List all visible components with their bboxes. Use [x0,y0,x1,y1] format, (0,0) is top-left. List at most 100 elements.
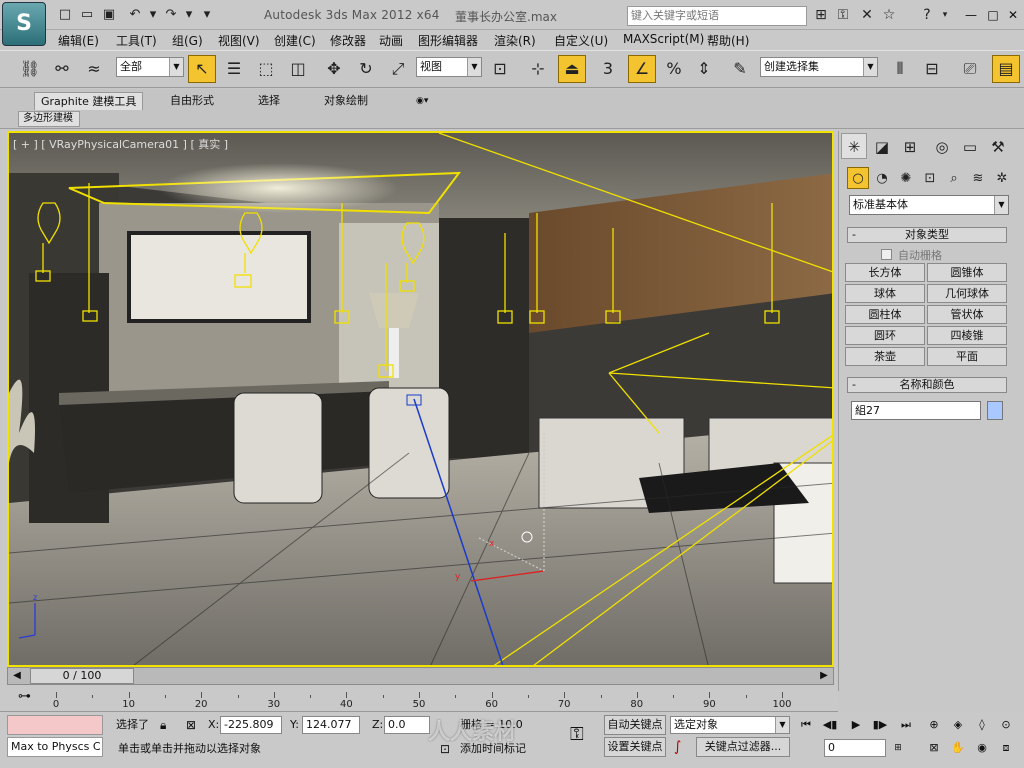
rotate-icon[interactable]: ↻ [352,55,380,83]
tab-object-paint[interactable]: 对象绘制 [318,92,374,110]
menu-customize[interactable]: 自定义(U) [554,32,608,49]
add-time-tag[interactable]: 添加时间标记 [460,740,526,758]
key-tangent-icon[interactable]: ∫ [674,738,681,756]
frame-ruler[interactable]: 0 10 20 30 40 50 60 70 80 90 100 [53,686,792,710]
absolute-mode-icon[interactable]: ⊠ [186,716,196,734]
favorites-icon[interactable]: ☆ [880,7,898,23]
select-by-name-icon[interactable]: ☰ [220,55,248,83]
object-type-rollout[interactable]: - 对象类型 [847,227,1007,243]
menu-rendering[interactable]: 渲染(R) [494,32,536,49]
zoom-all-icon[interactable]: ◈ [948,715,968,735]
next-frame-icon[interactable]: ▮▶ [870,715,890,735]
redo-dropdown-icon[interactable]: ▾ [180,7,198,23]
selection-filter-dropdown[interactable]: 全部 ▼ [116,57,184,77]
cameras-icon[interactable]: ⊡ [919,167,941,189]
menu-graph-editors[interactable]: 图形编辑器 [418,32,478,49]
sphere-button[interactable]: 球体 [845,284,925,303]
zoom-extents-icon[interactable]: ⊠ [924,738,944,758]
named-selection-dropdown[interactable]: 创建选择集 ▼ [760,57,878,77]
menu-create[interactable]: 创建(C) [274,32,316,49]
help-dropdown-icon[interactable]: ▾ [936,7,954,23]
menu-group[interactable]: 组(G) [172,32,203,49]
unlink-icon[interactable]: ⚯ [48,55,76,83]
shapes-icon[interactable]: ◔ [871,167,893,189]
geometry-icon[interactable]: ○ [847,167,869,189]
communication-icon[interactable]: ✕ [858,7,876,23]
utilities-tab-icon[interactable]: ⚒ [985,133,1011,159]
close-button[interactable]: ✕ [1004,6,1022,24]
viewport-label[interactable]: [ + ] [ VRayPhysicalCamera01 ] [ 真实 ] [13,136,228,152]
object-color-swatch[interactable] [987,401,1003,420]
goto-end-icon[interactable]: ⏭ [896,715,916,735]
mini-curve-editor-icon[interactable]: ⊶ [18,689,31,704]
percent-snap-icon[interactable]: % [660,55,688,83]
snaps-toggle-icon[interactable]: 3 [594,55,622,83]
create-tab-icon[interactable]: ✳ [841,133,867,159]
undo-dropdown-icon[interactable]: ▾ [144,7,162,23]
cylinder-button[interactable]: 圆柱体 [845,305,925,324]
name-color-rollout[interactable]: - 名称和颜色 [847,377,1007,393]
search-input[interactable]: 键入关键字或短语 [627,6,807,26]
torus-button[interactable]: 圆环 [845,326,925,345]
spacewarps-icon[interactable]: ≋ [967,167,989,189]
help-icon[interactable]: ? [918,7,936,23]
keyboard-shortcut-override-icon[interactable]: ⏏ [558,55,586,83]
modify-tab-icon[interactable]: ◪ [869,133,895,159]
teapot-button[interactable]: 茶壶 [845,347,925,366]
set-key-button[interactable]: 设置关键点 [604,737,666,757]
minimize-button[interactable]: — [962,6,980,24]
window-crossing-icon[interactable]: ◫ [284,55,312,83]
new-file-icon[interactable]: □ [56,7,74,23]
pan-view-icon[interactable]: ✋ [948,738,968,758]
mirror-icon[interactable]: ⫴ [886,55,914,83]
set-key-icon[interactable]: ⚿ [570,726,584,744]
menu-modifiers[interactable]: 修改器 [330,32,366,49]
maximize-viewport-icon[interactable]: ⧈ [996,738,1016,758]
time-tag-icon[interactable]: ⊡ [440,740,450,758]
binoculars-icon[interactable]: ⊞ [812,7,830,23]
select-manipulate-icon[interactable]: ⊹ [524,55,552,83]
tab-selection[interactable]: 选择 [252,92,286,110]
bind-spacewarp-icon[interactable]: ≈ [80,55,108,83]
systems-icon[interactable]: ✲ [991,167,1013,189]
x-coordinate-field[interactable]: -225.809 [220,716,282,734]
angle-snap-icon[interactable]: ∠ [628,55,656,83]
tab-freeform[interactable]: 自由形式 [164,92,220,110]
goto-start-icon[interactable]: ⏮ [796,715,816,735]
lights-icon[interactable]: ✺ [895,167,917,189]
save-icon[interactable]: ▣ [100,7,118,23]
align-icon[interactable]: ⊟ [918,55,946,83]
pivot-center-icon[interactable]: ⊡ [486,55,514,83]
link-icon[interactable]: ⛓ [16,55,44,83]
object-name-field[interactable]: 組27 [851,401,981,420]
key-filters-button[interactable]: 关键点过滤器... [696,737,790,757]
undo-icon[interactable]: ↶ [126,7,144,23]
object-category-dropdown[interactable]: 标准基本体 ▼ [849,195,1009,215]
cone-button[interactable]: 圆锥体 [927,263,1007,282]
auto-key-button[interactable]: 自动关键点 [604,715,666,735]
layer-manager-icon[interactable]: ⎚ [956,55,984,83]
menu-animation[interactable]: 动画 [379,32,403,49]
menu-help[interactable]: 帮助(H) [707,32,749,49]
maxscript-listener-field[interactable]: Max to Physcs C [7,737,103,757]
tab-graphite-modeling[interactable]: Graphite 建模工具 [34,92,144,110]
ribbon-options-icon[interactable]: ◉▾ [410,92,434,110]
zoom-icon[interactable]: ⊕ [924,715,944,735]
time-slider[interactable]: ◀ 0 / 100 ▶ [7,667,834,685]
lock-icon[interactable]: 🔒︎ [160,716,166,734]
time-next-icon[interactable]: ▶ [815,668,833,684]
maximize-button[interactable]: □ [984,6,1002,24]
helpers-icon[interactable]: ⌕ [943,167,965,189]
menu-edit[interactable]: 编辑(E) [58,32,99,49]
move-icon[interactable]: ✥ [320,55,348,83]
time-prev-icon[interactable]: ◀ [8,668,26,684]
pyramid-button[interactable]: 四棱锥 [927,326,1007,345]
autogrid-checkbox[interactable]: 自动栅格 [881,247,942,263]
edit-named-selection-icon[interactable]: ✎ [726,55,754,83]
menu-tools[interactable]: 工具(T) [116,32,157,49]
current-frame-field[interactable]: 0 [824,739,886,757]
select-object-icon[interactable]: ↖ [188,55,216,83]
redo-icon[interactable]: ↷ [162,7,180,23]
y-coordinate-field[interactable]: 124.077 [302,716,360,734]
spinner-snap-icon[interactable]: ⇕ [690,55,718,83]
